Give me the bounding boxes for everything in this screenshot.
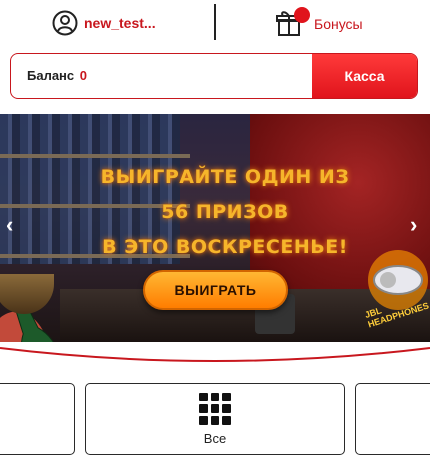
user-profile-link[interactable]: new_test... [52, 10, 156, 36]
header-divider [214, 4, 216, 40]
balance-panel: Баланс 0 Касса [10, 53, 418, 99]
promo-line: ВЫИГРАЙТЕ ОДИН ИЗ [100, 166, 350, 188]
cashier-button[interactable]: Касса [312, 54, 417, 98]
user-icon [52, 10, 78, 36]
win-button[interactable]: ВЫИГРАТЬ [143, 270, 288, 310]
banner-prev-arrow[interactable]: ‹ [6, 212, 13, 238]
balance-label: Баланс [27, 68, 75, 83]
promo-line: В ЭТО ВОСКРЕСЕНЬЕ! [102, 236, 348, 258]
balance-text: Баланс 0 [27, 68, 87, 83]
username: new_test... [84, 15, 156, 31]
shelf-divider [0, 154, 190, 158]
promo-line: 56 ПРИЗОВ [161, 201, 289, 223]
bonuses-label: Бонусы [314, 16, 363, 32]
grid-icon [199, 392, 231, 425]
top-bar: new_test... Бонусы [0, 0, 430, 44]
category-all-tile[interactable]: Все [85, 383, 345, 455]
category-tile[interactable] [0, 383, 75, 455]
balance-value: 0 [79, 68, 88, 83]
section-divider-curve [0, 347, 430, 362]
category-all-label: Все [203, 430, 227, 446]
category-tile[interactable] [355, 383, 430, 455]
promo-banner[interactable]: ВЫИГРАЙТЕ ОДИН ИЗ 56 ПРИЗОВ В ЭТО ВОСКРЕ… [0, 114, 430, 342]
promo-headline: ВЫИГРАЙТЕ ОДИН ИЗ 56 ПРИЗОВ В ЭТО ВОСКРЕ… [100, 160, 350, 265]
gift-icon [276, 7, 310, 36]
bonuses-link[interactable]: Бонусы [276, 6, 363, 38]
banner-next-arrow[interactable]: › [410, 212, 417, 238]
